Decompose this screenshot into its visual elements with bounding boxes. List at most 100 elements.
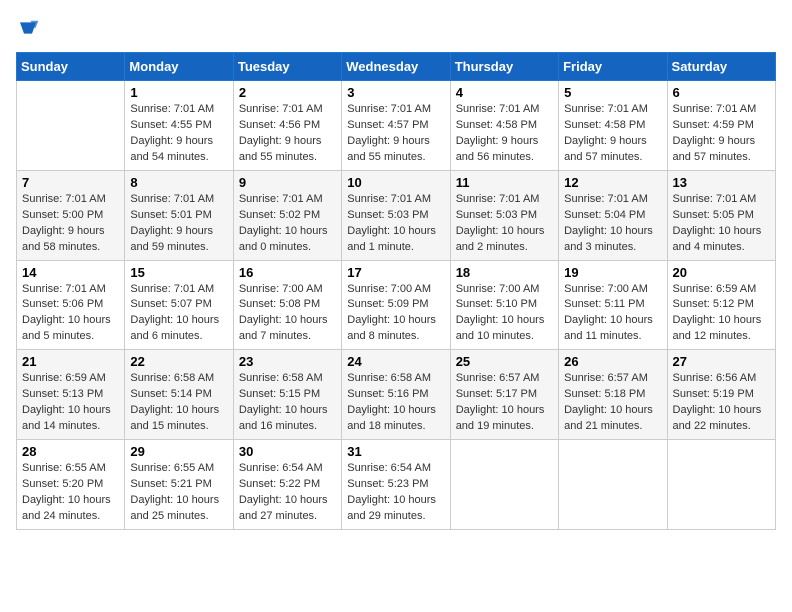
- day-info: Sunrise: 7:01 AMSunset: 5:03 PMDaylight:…: [347, 192, 444, 256]
- day-info: Sunrise: 7:01 AMSunset: 4:57 PMDaylight:…: [347, 102, 444, 166]
- day-info: Sunrise: 7:01 AMSunset: 5:06 PMDaylight:…: [22, 282, 119, 346]
- day-number: 30: [239, 444, 336, 459]
- calendar-week-row: 1 Sunrise: 7:01 AMSunset: 4:55 PMDaylight…: [17, 81, 776, 171]
- calendar-cell: 19 Sunrise: 7:00 AMSunset: 5:11 PMDayligh…: [559, 260, 667, 350]
- calendar-cell: 20 Sunrise: 6:59 AMSunset: 5:12 PMDayligh…: [667, 260, 775, 350]
- calendar-header-row: SundayMondayTuesdayWednesdayThursdayFrid…: [17, 53, 776, 81]
- calendar-cell: 3 Sunrise: 7:01 AMSunset: 4:57 PMDaylight…: [342, 81, 450, 171]
- day-info: Sunrise: 7:01 AMSunset: 5:03 PMDaylight:…: [456, 192, 553, 256]
- day-number: 8: [130, 175, 227, 190]
- calendar-cell: 8 Sunrise: 7:01 AMSunset: 5:01 PMDaylight…: [125, 170, 233, 260]
- day-number: 3: [347, 85, 444, 100]
- day-info: Sunrise: 6:58 AMSunset: 5:16 PMDaylight:…: [347, 371, 444, 435]
- calendar-cell: 28 Sunrise: 6:55 AMSunset: 5:20 PMDayligh…: [17, 440, 125, 530]
- day-info: Sunrise: 6:57 AMSunset: 5:18 PMDaylight:…: [564, 371, 661, 435]
- day-info: Sunrise: 7:00 AMSunset: 5:08 PMDaylight:…: [239, 282, 336, 346]
- calendar-cell: 25 Sunrise: 6:57 AMSunset: 5:17 PMDayligh…: [450, 350, 558, 440]
- day-number: 15: [130, 265, 227, 280]
- day-number: 26: [564, 354, 661, 369]
- calendar-cell: 2 Sunrise: 7:01 AMSunset: 4:56 PMDaylight…: [233, 81, 341, 171]
- day-number: 23: [239, 354, 336, 369]
- calendar-cell: 12 Sunrise: 7:01 AMSunset: 5:04 PMDayligh…: [559, 170, 667, 260]
- calendar-cell: 14 Sunrise: 7:01 AMSunset: 5:06 PMDayligh…: [17, 260, 125, 350]
- day-number: 5: [564, 85, 661, 100]
- day-info: Sunrise: 6:59 AMSunset: 5:13 PMDaylight:…: [22, 371, 119, 435]
- calendar-cell: 24 Sunrise: 6:58 AMSunset: 5:16 PMDayligh…: [342, 350, 450, 440]
- page-header: [16, 16, 776, 40]
- day-info: Sunrise: 7:00 AMSunset: 5:10 PMDaylight:…: [456, 282, 553, 346]
- day-info: Sunrise: 7:00 AMSunset: 5:11 PMDaylight:…: [564, 282, 661, 346]
- day-info: Sunrise: 6:57 AMSunset: 5:17 PMDaylight:…: [456, 371, 553, 435]
- day-number: 9: [239, 175, 336, 190]
- calendar-cell: 27 Sunrise: 6:56 AMSunset: 5:19 PMDayligh…: [667, 350, 775, 440]
- day-number: 13: [673, 175, 770, 190]
- day-number: 12: [564, 175, 661, 190]
- day-number: 19: [564, 265, 661, 280]
- day-info: Sunrise: 7:01 AMSunset: 5:04 PMDaylight:…: [564, 192, 661, 256]
- column-header-saturday: Saturday: [667, 53, 775, 81]
- calendar-cell: [667, 440, 775, 530]
- day-number: 28: [22, 444, 119, 459]
- day-info: Sunrise: 6:56 AMSunset: 5:19 PMDaylight:…: [673, 371, 770, 435]
- day-info: Sunrise: 6:54 AMSunset: 5:22 PMDaylight:…: [239, 461, 336, 525]
- day-number: 6: [673, 85, 770, 100]
- calendar-cell: 7Sunrise: 7:01 AMSunset: 5:00 PMDaylight…: [17, 170, 125, 260]
- calendar-cell: 6Sunrise: 7:01 AMSunset: 4:59 PMDaylight…: [667, 81, 775, 171]
- day-number: 18: [456, 265, 553, 280]
- calendar-cell: 21Sunrise: 6:59 AMSunset: 5:13 PMDayligh…: [17, 350, 125, 440]
- calendar-cell: 26 Sunrise: 6:57 AMSunset: 5:18 PMDayligh…: [559, 350, 667, 440]
- day-info: Sunrise: 7:00 AMSunset: 5:09 PMDaylight:…: [347, 282, 444, 346]
- calendar-cell: 17 Sunrise: 7:00 AMSunset: 5:09 PMDayligh…: [342, 260, 450, 350]
- day-number: 17: [347, 265, 444, 280]
- calendar-cell: 29 Sunrise: 6:55 AMSunset: 5:21 PMDayligh…: [125, 440, 233, 530]
- day-info: Sunrise: 7:01 AMSunset: 4:58 PMDaylight:…: [456, 102, 553, 166]
- day-number: 22: [130, 354, 227, 369]
- calendar-cell: 16 Sunrise: 7:00 AMSunset: 5:08 PMDayligh…: [233, 260, 341, 350]
- column-header-friday: Friday: [559, 53, 667, 81]
- calendar-cell: 13Sunrise: 7:01 AMSunset: 5:05 PMDayligh…: [667, 170, 775, 260]
- calendar-cell: [559, 440, 667, 530]
- day-info: Sunrise: 6:55 AMSunset: 5:20 PMDaylight:…: [22, 461, 119, 525]
- calendar-cell: 4Sunrise: 7:01 AMSunset: 4:58 PMDaylight…: [450, 81, 558, 171]
- day-number: 27: [673, 354, 770, 369]
- day-number: 1: [130, 85, 227, 100]
- calendar-cell: 23 Sunrise: 6:58 AMSunset: 5:15 PMDayligh…: [233, 350, 341, 440]
- column-header-thursday: Thursday: [450, 53, 558, 81]
- day-info: Sunrise: 6:55 AMSunset: 5:21 PMDaylight:…: [130, 461, 227, 525]
- calendar-week-row: 14 Sunrise: 7:01 AMSunset: 5:06 PMDayligh…: [17, 260, 776, 350]
- day-info: Sunrise: 6:58 AMSunset: 5:14 PMDaylight:…: [130, 371, 227, 435]
- calendar-cell: 30 Sunrise: 6:54 AMSunset: 5:22 PMDayligh…: [233, 440, 341, 530]
- day-number: 11: [456, 175, 553, 190]
- calendar-cell: 31 Sunrise: 6:54 AMSunset: 5:23 PMDayligh…: [342, 440, 450, 530]
- calendar-cell: 18 Sunrise: 7:00 AMSunset: 5:10 PMDayligh…: [450, 260, 558, 350]
- column-header-wednesday: Wednesday: [342, 53, 450, 81]
- day-info: Sunrise: 7:01 AMSunset: 4:55 PMDaylight:…: [130, 102, 227, 166]
- calendar-cell: 10 Sunrise: 7:01 AMSunset: 5:03 PMDayligh…: [342, 170, 450, 260]
- day-number: 16: [239, 265, 336, 280]
- day-number: 14: [22, 265, 119, 280]
- day-number: 29: [130, 444, 227, 459]
- column-header-sunday: Sunday: [17, 53, 125, 81]
- column-header-tuesday: Tuesday: [233, 53, 341, 81]
- day-info: Sunrise: 6:54 AMSunset: 5:23 PMDaylight:…: [347, 461, 444, 525]
- day-info: Sunrise: 6:58 AMSunset: 5:15 PMDaylight:…: [239, 371, 336, 435]
- day-number: 20: [673, 265, 770, 280]
- day-info: Sunrise: 7:01 AMSunset: 5:01 PMDaylight:…: [130, 192, 227, 256]
- day-info: Sunrise: 7:01 AMSunset: 5:02 PMDaylight:…: [239, 192, 336, 256]
- day-number: 10: [347, 175, 444, 190]
- day-number: 31: [347, 444, 444, 459]
- day-info: Sunrise: 7:01 AMSunset: 5:00 PMDaylight:…: [22, 192, 119, 256]
- day-info: Sunrise: 6:59 AMSunset: 5:12 PMDaylight:…: [673, 282, 770, 346]
- calendar-cell: 9 Sunrise: 7:01 AMSunset: 5:02 PMDaylight…: [233, 170, 341, 260]
- day-number: 25: [456, 354, 553, 369]
- day-number: 24: [347, 354, 444, 369]
- calendar-cell: 5Sunrise: 7:01 AMSunset: 4:58 PMDaylight…: [559, 81, 667, 171]
- logo-icon: [16, 16, 40, 40]
- day-number: 2: [239, 85, 336, 100]
- calendar-week-row: 28 Sunrise: 6:55 AMSunset: 5:20 PMDayligh…: [17, 440, 776, 530]
- day-info: Sunrise: 7:01 AMSunset: 4:56 PMDaylight:…: [239, 102, 336, 166]
- column-header-monday: Monday: [125, 53, 233, 81]
- calendar-cell: [450, 440, 558, 530]
- calendar-cell: 11 Sunrise: 7:01 AMSunset: 5:03 PMDayligh…: [450, 170, 558, 260]
- calendar-table: SundayMondayTuesdayWednesdayThursdayFrid…: [16, 52, 776, 530]
